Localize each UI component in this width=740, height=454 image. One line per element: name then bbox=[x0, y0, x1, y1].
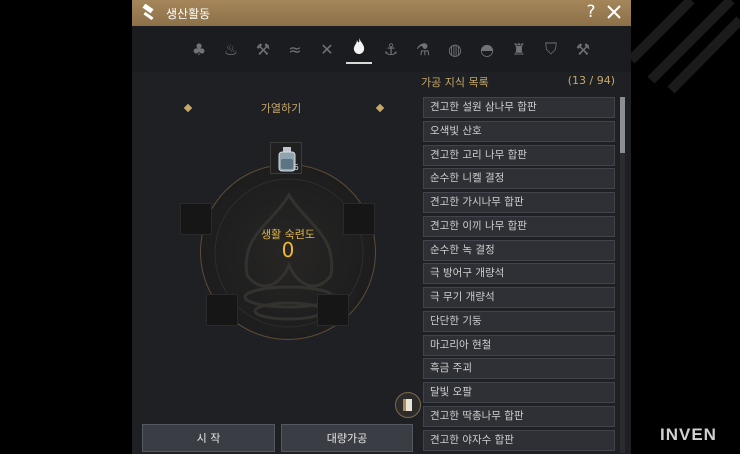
heating-icon bbox=[352, 37, 366, 59]
close-button[interactable] bbox=[605, 3, 623, 21]
knowledge-count: (13 / 94) bbox=[567, 74, 615, 87]
mass-process-button[interactable]: 대량가공 bbox=[281, 424, 413, 452]
input-item-slot[interactable]: 5 bbox=[270, 142, 302, 174]
fishing-icon: ≈ bbox=[288, 39, 302, 59]
hammer-icon: ⚒ bbox=[575, 39, 591, 59]
alchemy-icon: ♨ bbox=[223, 39, 239, 59]
knowledge-list-item[interactable]: 마고리아 현철 bbox=[423, 334, 615, 356]
title-bar[interactable]: 생산활동 ? bbox=[132, 0, 631, 26]
flask-icon: ⚗ bbox=[415, 39, 431, 59]
anvil-icon: ⚓ bbox=[383, 39, 399, 59]
shield-crest-icon: ⛉ bbox=[544, 39, 557, 58]
knowledge-list-item[interactable]: 견고한 설원 삼나무 합판 bbox=[423, 97, 615, 118]
knowledge-book-button[interactable] bbox=[395, 392, 421, 418]
material-slot-bottom-left[interactable] bbox=[206, 294, 238, 326]
knowledge-list-item[interactable]: 견고한 딱총나무 합판 bbox=[423, 405, 615, 427]
knowledge-list-item[interactable]: 흑금 주괴 bbox=[423, 358, 615, 380]
knowledge-list-item[interactable]: 견고한 야자수 합판 bbox=[423, 429, 615, 451]
tab-alchemy[interactable]: ♨ bbox=[218, 34, 244, 64]
process-panel: 가열하기 5 생활 숙련도 0 시 작 대량가공 bbox=[142, 72, 421, 454]
mastery-value: 0 bbox=[281, 238, 295, 262]
production-window: 생산활동 ? ♣ ♨ ⚒ ≈ ✕ ⚓ ⚗ ◍ ◓ ♜ ⛉ ⚒ 가열하기 5 생활… bbox=[132, 0, 631, 454]
knowledge-list-item[interactable]: 달빛 오팔 bbox=[423, 382, 615, 403]
start-button[interactable]: 시 작 bbox=[142, 424, 275, 452]
item-count: 5 bbox=[293, 163, 299, 172]
tab-shield-crest[interactable]: ⛉ bbox=[538, 34, 564, 64]
tab-hunting[interactable]: ✕ bbox=[314, 34, 340, 64]
material-slot-bottom-right[interactable] bbox=[317, 294, 349, 326]
activity-tab-bar: ♣ ♨ ⚒ ≈ ✕ ⚓ ⚗ ◍ ◓ ♜ ⛉ ⚒ bbox=[132, 26, 631, 72]
knowledge-list-title: 가공 지식 목록 bbox=[421, 76, 489, 89]
gathering-icon: ♣ bbox=[191, 39, 207, 59]
knowledge-scrollbar[interactable] bbox=[620, 97, 625, 453]
tab-cloche[interactable]: ◓ bbox=[474, 34, 500, 64]
tab-fishing[interactable]: ≈ bbox=[282, 34, 308, 64]
tab-hammer[interactable]: ⚒ bbox=[570, 34, 596, 64]
tab-bbq-grill[interactable]: ◍ bbox=[442, 34, 468, 64]
tab-anvil[interactable]: ⚓ bbox=[378, 34, 404, 64]
tab-flask[interactable]: ⚗ bbox=[410, 34, 436, 64]
knowledge-list-item[interactable]: 견고한 고리 나무 합판 bbox=[423, 144, 615, 166]
tab-heating[interactable] bbox=[346, 34, 372, 64]
knowledge-list-item[interactable]: 견고한 가시나무 합판 bbox=[423, 192, 615, 213]
window-title: 생산활동 bbox=[166, 6, 211, 21]
knowledge-list-item[interactable]: 극 무기 개량석 bbox=[423, 287, 615, 308]
knowledge-list-header: 가공 지식 목록 (13 / 94) bbox=[421, 74, 627, 90]
knowledge-list-item[interactable]: 순수한 니켈 결정 bbox=[423, 168, 615, 190]
knowledge-list-item[interactable]: 견고한 이끼 나무 합판 bbox=[423, 215, 615, 237]
scrollbar-thumb[interactable] bbox=[620, 97, 625, 153]
close-icon bbox=[607, 5, 621, 19]
hunting-icon: ✕ bbox=[320, 39, 334, 59]
knowledge-list-item[interactable]: 극 방어구 개량석 bbox=[423, 263, 615, 285]
book-icon bbox=[403, 399, 412, 411]
hammer-icon bbox=[138, 2, 160, 24]
bbq-grill-icon: ◍ bbox=[448, 39, 462, 59]
inven-watermark: INVEN bbox=[660, 425, 717, 444]
woodcutting-icon: ⚒ bbox=[255, 39, 271, 59]
knowledge-list-item[interactable]: 순수한 녹 결정 bbox=[423, 239, 615, 261]
cloche-icon: ◓ bbox=[480, 39, 494, 59]
knowledge-list-item[interactable]: 단단한 기둥 bbox=[423, 310, 615, 332]
chess-rook-icon: ♜ bbox=[511, 39, 527, 59]
background-decoration bbox=[631, 0, 740, 94]
knowledge-list: 견고한 설원 삼나무 합판 오색빛 산호 견고한 고리 나무 합판 순수한 니켈 결정… bbox=[423, 97, 615, 453]
tab-woodcutting[interactable]: ⚒ bbox=[250, 34, 276, 64]
help-button[interactable]: ? bbox=[583, 2, 599, 22]
tab-gathering[interactable]: ♣ bbox=[186, 34, 212, 64]
tab-chess-rook[interactable]: ♜ bbox=[506, 34, 532, 64]
knowledge-list-item[interactable]: 오색빛 산호 bbox=[423, 120, 615, 142]
